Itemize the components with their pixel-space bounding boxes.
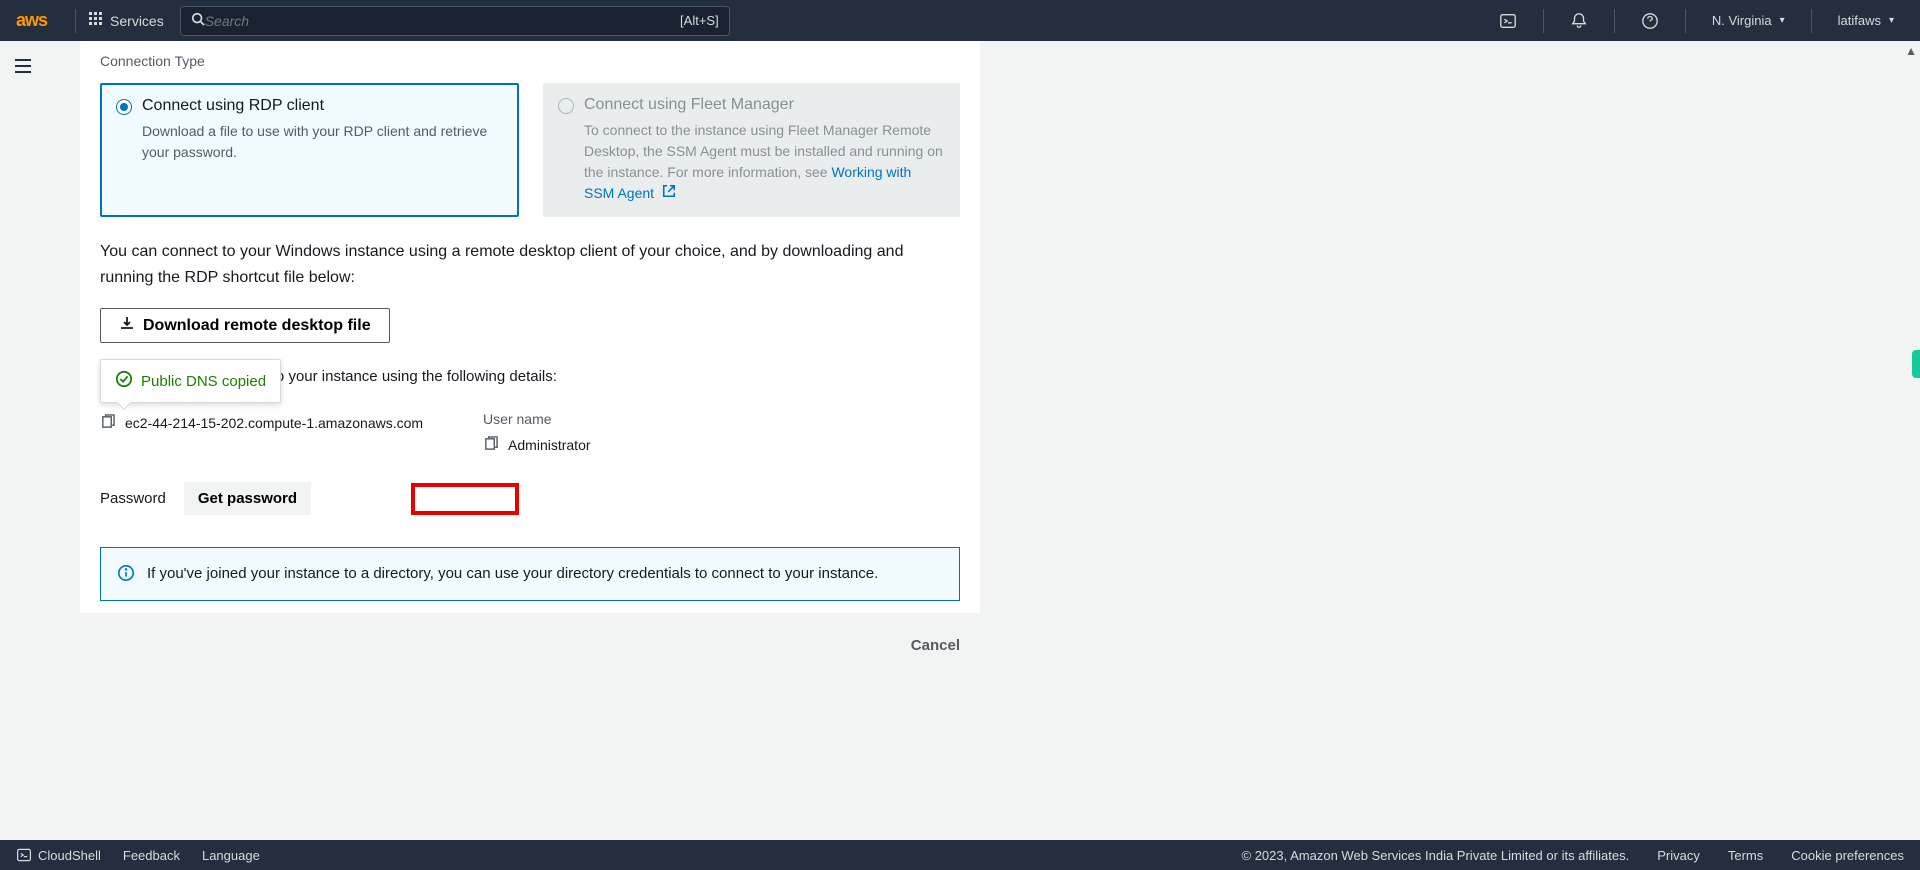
user-label: latifaws [1838,13,1881,28]
external-link-icon [658,185,676,201]
services-label: Services [110,13,164,29]
radio-icon [558,98,574,114]
copyright: © 2023, Amazon Web Services India Privat… [1242,848,1630,863]
divider [75,9,76,33]
info-callout: If you've joined your instance to a dire… [100,547,960,601]
option-rdp-client[interactable]: Connect using RDP client Download a file… [100,83,519,217]
cookie-prefs-link[interactable]: Cookie preferences [1791,848,1904,863]
check-circle-icon [115,370,133,392]
option-rdp-title: Connect using RDP client [142,97,324,115]
scroll-up-icon[interactable]: ▲ [1905,44,1917,58]
download-rdp-button[interactable]: Download remote desktop file [100,308,390,343]
option-fleet-desc: To connect to the instance using Fleet M… [558,120,945,204]
get-password-button[interactable]: Get password [184,482,311,515]
help-icon[interactable] [1631,6,1669,36]
connection-type-label: Connection Type [100,41,960,69]
search-icon [191,12,205,29]
public-dns-value: ec2-44-214-15-202.compute-1.amazonaws.co… [125,415,423,431]
feedback-link[interactable]: Feedback [123,848,180,863]
aws-logo[interactable]: aws [16,10,47,31]
copy-dns-icon[interactable] [100,414,115,432]
account-menu[interactable]: latifaws [1828,7,1904,34]
username-value: Administrator [508,437,590,453]
info-icon [117,564,135,586]
radio-icon [116,99,132,115]
divider [1685,9,1686,33]
download-icon [119,315,135,336]
username-label: User name [483,411,590,427]
top-nav: aws Services [Alt+S] N. Virginia [0,0,1920,41]
region-selector[interactable]: N. Virginia [1702,7,1795,34]
grid-icon [88,11,104,30]
cloudshell-label: CloudShell [38,848,101,863]
divider [1614,9,1615,33]
language-link[interactable]: Language [202,848,260,863]
connect-card: Connection Type Connect using RDP client… [80,41,980,613]
divider [1543,9,1544,33]
option-rdp-desc: Download a file to use with your RDP cli… [116,121,503,163]
highlight-annotation [411,483,519,515]
copied-tooltip: Public DNS copied [100,359,281,403]
instructions-text: You can connect to your Windows instance… [100,239,960,290]
search-input[interactable] [205,13,680,29]
global-search[interactable]: [Alt+S] [180,6,730,36]
password-label: Password [100,490,166,507]
region-label: N. Virginia [1712,13,1772,28]
option-fleet-title: Connect using Fleet Manager [584,96,794,114]
search-hotkey: [Alt+S] [680,13,719,28]
download-label: Download remote desktop file [143,317,371,335]
terms-link[interactable]: Terms [1728,848,1763,863]
connection-type-options: Connect using RDP client Download a file… [100,83,960,217]
option-fleet-manager: Connect using Fleet Manager To connect t… [543,83,960,217]
right-drawer-handle[interactable] [1912,350,1920,378]
notifications-icon[interactable] [1560,6,1598,36]
divider [1811,9,1812,33]
cloudshell-button[interactable]: CloudShell [16,847,101,863]
side-menu-toggle-icon[interactable] [8,52,38,83]
info-text: If you've joined your instance to a dire… [147,562,878,586]
tooltip-text: Public DNS copied [141,373,266,390]
services-menu[interactable]: Services [88,11,164,30]
cloudshell-icon[interactable] [1489,6,1527,36]
footer: CloudShell Feedback Language © 2023, Ama… [0,840,1920,870]
privacy-link[interactable]: Privacy [1657,848,1700,863]
cancel-button[interactable]: Cancel [911,637,960,654]
actions: Cancel [80,613,980,684]
copy-username-icon[interactable] [483,436,498,454]
